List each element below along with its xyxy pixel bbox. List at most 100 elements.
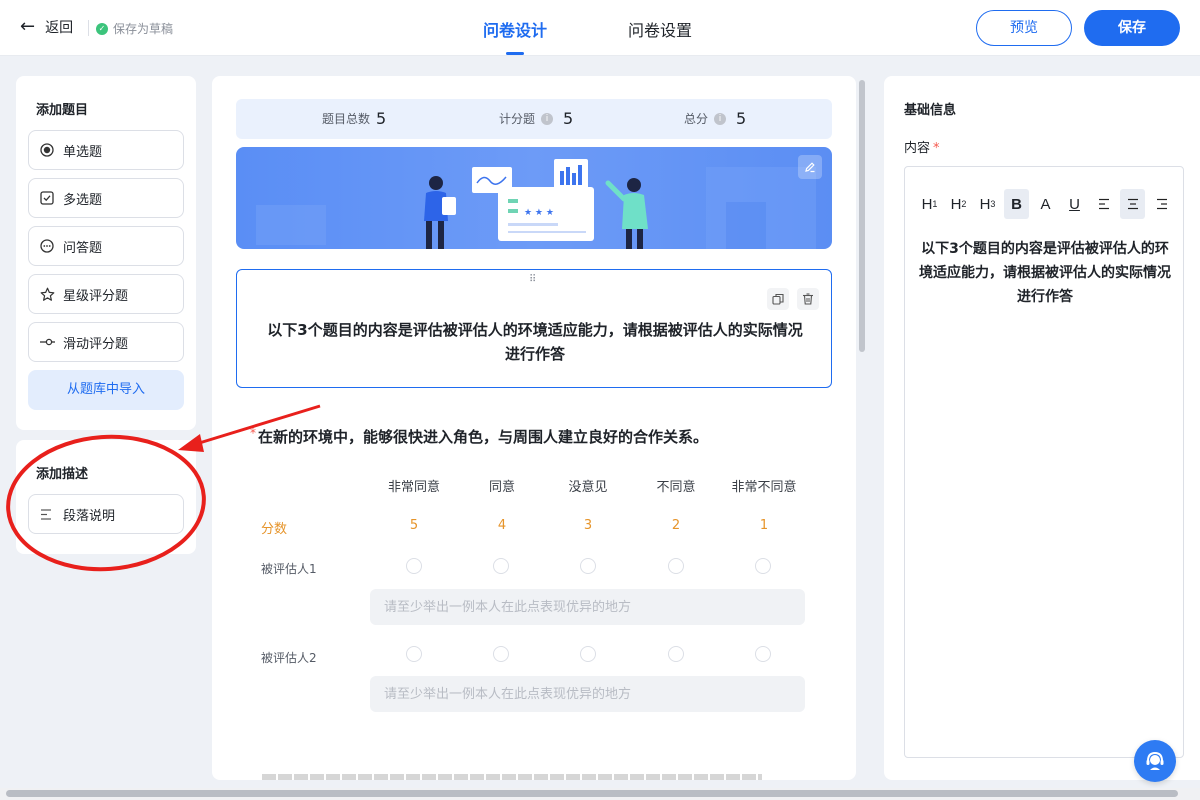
tab-questionnaire-settings[interactable]: 问卷设置 — [628, 17, 692, 41]
import-from-bank-button[interactable]: 从题库中导入 — [28, 370, 184, 410]
column-header: 没意见 — [568, 480, 608, 495]
add-description-title: 添加描述 — [36, 467, 89, 482]
customer-service-button[interactable] — [1134, 740, 1176, 782]
rating-radio[interactable] — [493, 646, 509, 662]
top-bar: ← 返回 ✓ 保存为草稿 问卷设计 问卷设置 预览 保存 — [0, 0, 1200, 56]
score-value: 2 — [671, 518, 681, 533]
stat-total-value: 5 — [376, 109, 387, 128]
banner-illustration: ★ ★ ★ — [256, 159, 816, 249]
edit-banner-button[interactable] — [798, 155, 822, 179]
paragraph-label: 段落说明 — [63, 508, 116, 524]
info-icon[interactable]: i — [541, 112, 554, 125]
question-type-single-choice[interactable]: 单选题 — [28, 130, 184, 170]
chat-icon — [39, 238, 55, 254]
stat-total: 题目总数 5 — [322, 109, 386, 128]
rating-radio[interactable] — [668, 558, 684, 574]
rating-radio[interactable] — [755, 558, 771, 574]
back-arrow-icon: ← — [20, 16, 36, 37]
row-label: 被评估人1 — [261, 562, 317, 576]
canvas-scrollbar-thumb[interactable] — [859, 80, 865, 352]
rating-radio[interactable] — [755, 646, 771, 662]
column-header: 不同意 — [656, 480, 696, 495]
required-marker: * — [933, 141, 940, 156]
font-color-button[interactable]: A — [1033, 189, 1058, 219]
basic-info-title: 基础信息 — [904, 103, 957, 118]
stat-points: 总分 i 5 — [684, 109, 746, 128]
rating-radio[interactable] — [493, 558, 509, 574]
info-icon[interactable]: i — [714, 112, 727, 125]
rating-radio[interactable] — [668, 646, 684, 662]
editor-toolbar: H1 H2 H3 B A U — [917, 189, 1174, 219]
next-question-partial — [262, 774, 762, 780]
duplicate-button[interactable] — [767, 288, 789, 310]
draft-status[interactable]: ✓ 保存为草稿 — [96, 20, 173, 37]
align-center-icon[interactable] — [1120, 189, 1145, 219]
save-button[interactable]: 保存 — [1084, 10, 1180, 46]
bold-button[interactable]: B — [1004, 189, 1029, 219]
rich-text-editor[interactable]: H1 H2 H3 B A U 以下3个题目的内容是评估被评估人的环境适应能力，请… — [904, 166, 1184, 758]
description-card-selected[interactable]: ⠿ 以下3个题目的内容是评估被评估人的环境适应能力，请根据被评估人的实际情况进行… — [236, 269, 832, 388]
copy-icon — [772, 293, 784, 305]
score-label: 分数 — [261, 522, 288, 537]
draft-label: 保存为草稿 — [113, 22, 174, 36]
stat-scored-label: 计分题 — [499, 112, 536, 126]
stats-bar: 题目总数 5 计分题 i 5 总分 i 5 — [236, 99, 832, 139]
question-type-slider-rating[interactable]: 滑动评分题 — [28, 322, 184, 362]
question-type-multi-choice[interactable]: 多选题 — [28, 178, 184, 218]
delete-button[interactable] — [797, 288, 819, 310]
stat-points-value: 5 — [736, 109, 747, 128]
preview-button[interactable]: 预览 — [976, 10, 1072, 46]
properties-panel: 基础信息 内容 * H1 H2 H3 B A U 以下3个题目的内容是评估被评估人… — [884, 76, 1200, 780]
question-type-label: 星级评分题 — [63, 288, 129, 304]
check-circle-icon: ✓ — [96, 22, 108, 35]
star-icon — [39, 286, 55, 302]
comment-input[interactable] — [370, 676, 805, 712]
trash-icon — [803, 293, 813, 305]
header-banner-image: ★ ★ ★ — [236, 147, 832, 249]
divider — [88, 20, 89, 36]
question-type-star-rating[interactable]: 星级评分题 — [28, 274, 184, 314]
column-header: 非常不同意 — [731, 480, 797, 495]
score-value: 4 — [497, 518, 507, 533]
content-label: 内容 * — [904, 137, 940, 156]
rating-radio[interactable] — [580, 558, 596, 574]
question-title[interactable]: * 在新的环境中，能够很快进入角色，与周围人建立良好的合作关系。 — [250, 426, 708, 447]
question-type-label: 单选题 — [63, 144, 103, 160]
back-button[interactable]: ← 返回 — [20, 17, 73, 37]
align-right-icon[interactable] — [1149, 189, 1174, 219]
questionnaire-canvas: 题目总数 5 计分题 i 5 总分 i 5 ★ ★ ★ ⠿ 以下3个题目的内容是… — [212, 76, 856, 780]
rating-radio[interactable] — [406, 646, 422, 662]
question-type-label: 滑动评分题 — [63, 336, 129, 352]
paragraph-description-button[interactable]: 段落说明 — [28, 494, 184, 534]
rating-radio[interactable] — [580, 646, 596, 662]
heading3-button[interactable]: H3 — [975, 189, 1000, 219]
question-title-text: 在新的环境中，能够很快进入角色，与周围人建立良好的合作关系。 — [258, 428, 709, 446]
stat-total-label: 题目总数 — [322, 112, 371, 126]
back-label: 返回 — [45, 20, 74, 36]
rating-radio[interactable] — [406, 558, 422, 574]
tab-questionnaire-design[interactable]: 问卷设计 — [483, 17, 547, 41]
editor-content[interactable]: 以下3个题目的内容是评估被评估人的环境适应能力，请根据被评估人的实际情况进行作答 — [917, 237, 1173, 309]
add-description-panel: 添加描述 段落说明 — [16, 440, 196, 554]
stat-points-label: 总分 — [684, 112, 709, 126]
underline-button[interactable]: U — [1062, 189, 1087, 219]
question-type-qa[interactable]: 问答题 — [28, 226, 184, 266]
drag-handle-icon[interactable]: ⠿ — [529, 274, 537, 285]
radio-icon — [39, 142, 55, 158]
question-type-label: 多选题 — [63, 192, 103, 208]
row-label: 被评估人2 — [261, 651, 317, 665]
align-left-icon[interactable] — [1091, 189, 1116, 219]
comment-input[interactable] — [370, 589, 805, 625]
pencil-icon — [805, 162, 815, 173]
checkbox-icon — [39, 190, 55, 206]
stat-scored: 计分题 i 5 — [499, 109, 573, 128]
headset-icon — [1146, 751, 1164, 770]
score-value: 3 — [583, 518, 593, 533]
column-header: 非常同意 — [387, 480, 440, 495]
paragraph-icon — [39, 506, 55, 522]
heading2-button[interactable]: H2 — [946, 189, 971, 219]
horizontal-scrollbar-thumb[interactable] — [6, 790, 1178, 797]
description-text: 以下3个题目的内容是评估被评估人的环境适应能力，请根据被评估人的实际情况进行作答 — [267, 321, 803, 363]
score-value: 5 — [409, 518, 419, 533]
heading1-button[interactable]: H1 — [917, 189, 942, 219]
